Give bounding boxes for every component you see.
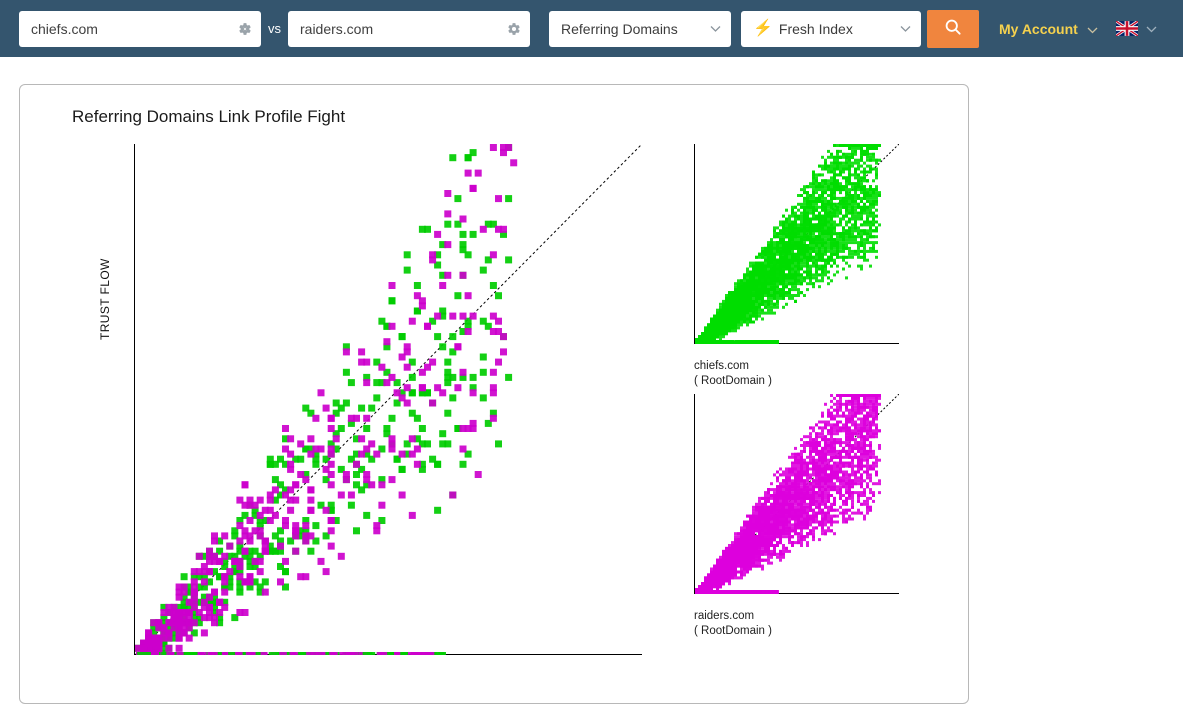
raiders-mini-panel: raiders.com ( RootDomain ) <box>694 394 899 639</box>
domain-a-input[interactable] <box>19 12 261 46</box>
raiders-mini-canvas <box>695 394 899 594</box>
domain-a-field-wrapper <box>19 11 261 47</box>
bolt-icon: ⚡ <box>753 21 773 37</box>
search-button[interactable] <box>927 10 979 48</box>
main-scatter-canvas <box>135 144 642 655</box>
chiefs-mini-panel: chiefs.com ( RootDomain ) <box>694 144 899 389</box>
main-scatter-plot: TRUST FLOW CITATION FLOW <box>134 144 642 704</box>
report-type-select[interactable]: Referring Domains <box>549 11 731 47</box>
vs-label: vs <box>268 21 281 36</box>
index-select[interactable]: ⚡ Fresh Index <box>741 11 921 47</box>
chevron-down-icon <box>710 25 721 32</box>
chevron-down-icon <box>900 25 911 32</box>
chiefs-mini-label: chiefs.com <box>694 359 899 374</box>
raiders-mini-label: raiders.com <box>694 609 899 624</box>
gear-icon[interactable] <box>507 22 521 36</box>
chiefs-mini-canvas <box>695 144 899 344</box>
chiefs-mini-sublabel: ( RootDomain ) <box>694 374 899 389</box>
raiders-mini-sublabel: ( RootDomain ) <box>694 624 899 639</box>
index-value: Fresh Index <box>779 21 853 37</box>
search-icon <box>943 17 963 40</box>
report-type-value: Referring Domains <box>561 21 678 37</box>
account-menu-label: My Account <box>999 21 1078 37</box>
y-axis-label: TRUST FLOW <box>98 258 112 340</box>
account-menu[interactable]: My Account <box>999 21 1098 37</box>
page-title: Referring Domains Link Profile Fight <box>72 107 345 127</box>
app-header: vs Referring Domains ⚡ Fresh Index My Ac… <box>0 0 1183 57</box>
domain-b-field-wrapper <box>288 11 530 47</box>
uk-flag-icon <box>1116 21 1138 36</box>
chevron-down-icon <box>1087 21 1098 37</box>
domain-b-input[interactable] <box>288 12 530 46</box>
chevron-down-icon <box>1146 20 1157 38</box>
gear-icon[interactable] <box>238 22 252 36</box>
report-card: Referring Domains Link Profile Fight TRU… <box>19 84 969 704</box>
language-menu[interactable] <box>1116 20 1157 38</box>
